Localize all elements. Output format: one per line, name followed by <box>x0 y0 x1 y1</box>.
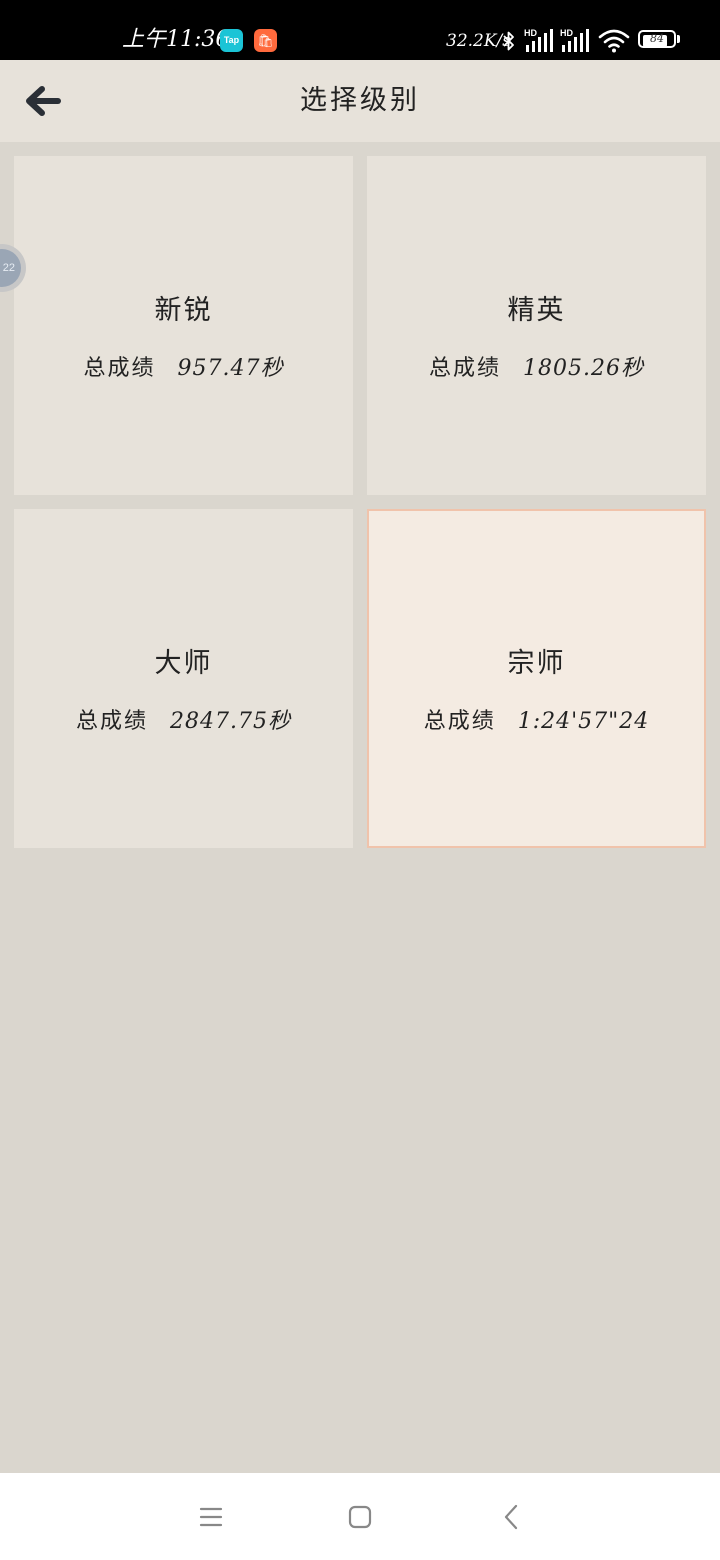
status-time: 上午11:36 <box>122 27 230 52</box>
taptap-icon: Tap <box>220 29 243 52</box>
level-name: 精英 <box>507 295 566 326</box>
level-grid: 新锐 总成绩 957.47秒 精英 总成绩 1805.26秒 大师 总成绩 2847.… <box>14 156 706 848</box>
level-name: 大师 <box>154 648 213 679</box>
hd-badge: HD <box>524 28 537 38</box>
score-label: 总成绩 <box>423 709 496 734</box>
score-value: 1:24'57"24 <box>517 709 650 734</box>
level-name: 新锐 <box>154 295 213 326</box>
back-button[interactable] <box>18 78 68 124</box>
bluetooth-icon <box>503 31 514 51</box>
score-value: 2847.75秒 <box>170 709 291 734</box>
header: 选择级别 <box>0 60 720 142</box>
level-card-xinrui[interactable]: 新锐 总成绩 957.47秒 <box>14 156 353 495</box>
level-card-jingying[interactable]: 精英 总成绩 1805.26秒 <box>367 156 706 495</box>
floating-ball-label: 22 <box>0 249 21 287</box>
page-title: 选择级别 <box>300 85 420 116</box>
level-card-zongshi[interactable]: 宗师 总成绩 1:24'57"24 <box>367 509 706 848</box>
hd-badge: HD <box>560 28 573 38</box>
battery-icon: 84 <box>638 30 680 50</box>
back-chevron-icon <box>504 1504 518 1530</box>
level-score: 总成绩 1:24'57"24 <box>369 707 704 737</box>
score-label: 总成绩 <box>83 356 156 381</box>
arrow-left-icon <box>26 86 61 116</box>
wifi-icon <box>598 29 630 53</box>
menu-icon <box>199 1507 223 1527</box>
score-label: 总成绩 <box>76 709 149 734</box>
score-value: 1805.26秒 <box>523 356 644 381</box>
level-name: 宗师 <box>507 648 566 679</box>
status-bar: 上午11:36 Tap 🛍 32.2K/s HD HD 84 <box>0 0 720 60</box>
navigation-bar <box>0 1473 720 1560</box>
home-button[interactable] <box>344 1501 376 1533</box>
battery-level: 84 <box>650 32 664 45</box>
shopping-bag-icon: 🛍 <box>254 29 277 52</box>
recent-apps-button[interactable] <box>195 1501 227 1533</box>
score-label: 总成绩 <box>429 356 502 381</box>
level-score: 总成绩 1805.26秒 <box>367 354 706 384</box>
cell-signal-icon: HD <box>524 28 554 53</box>
level-score: 总成绩 2847.75秒 <box>14 707 353 737</box>
level-card-dashi[interactable]: 大师 总成绩 2847.75秒 <box>14 509 353 848</box>
level-score: 总成绩 957.47秒 <box>14 354 353 384</box>
nav-back-button[interactable] <box>496 1501 528 1533</box>
home-square-icon <box>348 1505 372 1529</box>
cell-signal-icon: HD <box>560 28 590 53</box>
score-value: 957.47秒 <box>177 356 284 381</box>
